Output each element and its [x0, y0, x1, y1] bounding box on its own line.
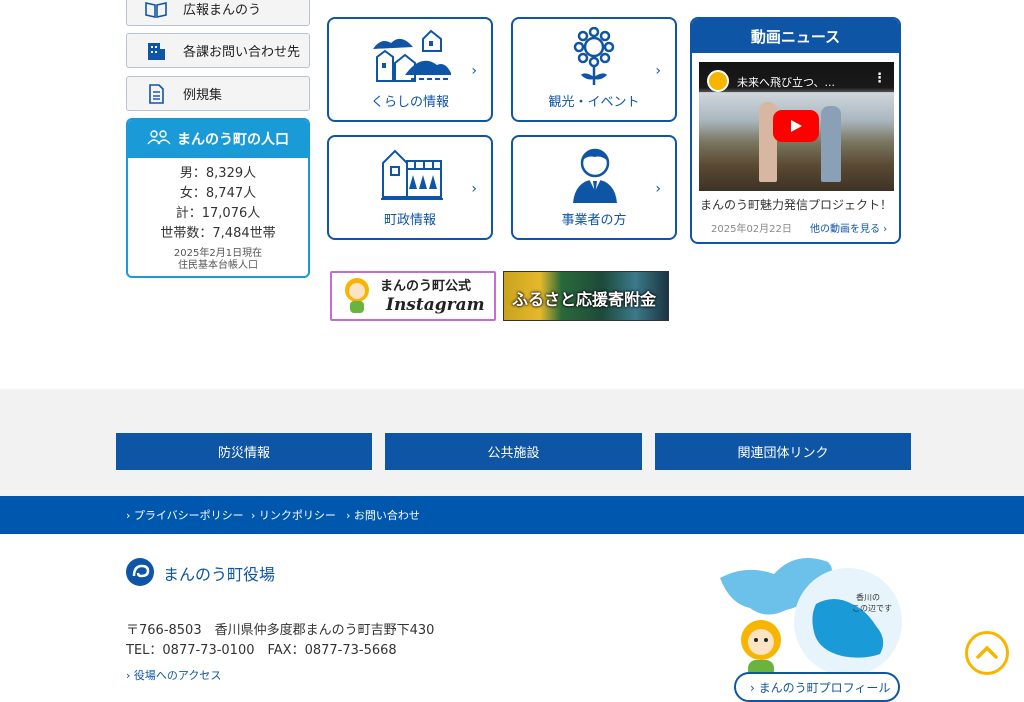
category-label: 町政情報 — [383, 213, 436, 228]
instagram-banner-line1: まんのう町公式 — [380, 279, 472, 294]
category-chosei[interactable]: › 町政情報 — [327, 135, 493, 240]
category-jigyosha[interactable]: › 事業者の方 — [511, 135, 677, 240]
office-phone: TEL：0877-73-0100 FAX：0877-73-5668 — [126, 643, 397, 658]
chevron-up-icon — [976, 645, 998, 659]
category-label: 観光・イベント — [548, 95, 640, 110]
kagawa-map: 香川の この辺です — [716, 548, 906, 686]
public-facilities-button[interactable]: 公共施設 — [385, 433, 642, 470]
link-policy-link[interactable]: › リンクポリシー — [251, 507, 336, 523]
sunflower-icon — [573, 27, 615, 85]
map-note-1: 香川の — [856, 593, 880, 602]
category-kurashi[interactable]: › くらしの情報 — [327, 17, 493, 122]
document-icon — [143, 83, 169, 104]
population-date: 2025年2月1日現在 — [173, 248, 263, 259]
population-male: 男：8,329人 — [179, 166, 257, 181]
population-female: 女：8,747人 — [179, 186, 257, 201]
people-icon — [147, 129, 171, 149]
furusato-banner-label: ふるさと応援寄附金 — [512, 290, 657, 309]
town-profile-button[interactable]: › まんのう町プロフィール — [734, 672, 900, 702]
book-icon — [143, 0, 169, 19]
person-silhouette — [821, 106, 841, 182]
related-links-button[interactable]: 関連団体リンク — [655, 433, 911, 470]
sidebar-item-label: 例規集 — [183, 88, 223, 103]
video-date: 2025年02月22日 — [711, 224, 792, 235]
building-icon — [143, 41, 169, 61]
play-icon — [791, 120, 802, 132]
category-label: 事業者の方 — [561, 213, 627, 228]
sidebar-item-label: 各課お問い合わせ先 — [183, 45, 301, 60]
category-kanko[interactable]: › 観光・イベント — [511, 17, 677, 122]
map-note-2: この辺です — [852, 604, 892, 613]
category-label: くらしの情報 — [370, 95, 449, 110]
chevron-right-icon: › — [655, 181, 661, 197]
mascot-icon — [342, 277, 372, 315]
population-header: まんのう町の人口 — [128, 120, 308, 158]
more-videos-link[interactable]: 他の動画を見る › — [810, 220, 887, 235]
sidebar-item-contacts[interactable]: 各課お問い合わせ先 — [126, 33, 310, 68]
population-households: 世帯数：7,484世帯 — [160, 226, 276, 241]
population-total: 計：17,076人 — [175, 206, 261, 221]
instagram-banner[interactable]: まんのう町公式 Instagram — [330, 271, 496, 321]
business-person-icon — [573, 148, 617, 203]
access-link[interactable]: › 役場へのアクセス — [126, 667, 221, 683]
video-caption: まんのう町魅力発信プロジェクト！ — [700, 198, 893, 212]
town-logo-icon — [126, 558, 154, 586]
video-news-panel: 動画ニュース 未来へ飛び立つ、... ⋮ まんのう町魅力発信プロジェクト！ 20… — [690, 17, 901, 244]
sidebar-item-label: 広報まんのう — [183, 3, 262, 18]
population-box: まんのう町の人口 男：8,329人 女：8,747人 計：17,076人 世帯数… — [126, 118, 310, 278]
play-button[interactable] — [773, 110, 819, 142]
town-icon — [373, 29, 451, 82]
privacy-policy-link[interactable]: › プライバシーポリシー — [126, 507, 244, 523]
office-name: まんのう町役場 — [163, 565, 276, 584]
population-title: まんのう町の人口 — [177, 132, 289, 148]
video-thumbnail[interactable]: 未来へ飛び立つ、... ⋮ — [699, 62, 894, 191]
furusato-banner[interactable]: ふるさと応援寄附金 — [503, 271, 669, 321]
chevron-right-icon: › — [471, 181, 477, 197]
more-options-icon[interactable]: ⋮ — [873, 71, 886, 86]
instagram-banner-line2: Instagram — [386, 295, 485, 315]
chevron-right-icon: › — [471, 63, 477, 79]
sidebar-item-kouhou[interactable]: 広報まんのう — [126, 0, 310, 26]
population-source: 住民基本台帳人口 — [178, 260, 258, 271]
contact-link[interactable]: › お問い合わせ — [346, 507, 420, 523]
video-title: 未来へ飛び立つ、... — [737, 76, 836, 89]
back-to-top-button[interactable] — [965, 631, 1009, 675]
bousai-button[interactable]: 防災情報 — [116, 433, 372, 470]
video-news-title: 動画ニュース — [692, 19, 899, 53]
office-address: 〒766-8503 香川県仲多度郡まんのう町吉野下430 — [126, 623, 435, 638]
town-hall-icon — [381, 149, 443, 200]
channel-avatar — [707, 70, 729, 92]
sidebar-item-reiki[interactable]: 例規集 — [126, 76, 310, 111]
chevron-right-icon: › — [655, 63, 661, 79]
